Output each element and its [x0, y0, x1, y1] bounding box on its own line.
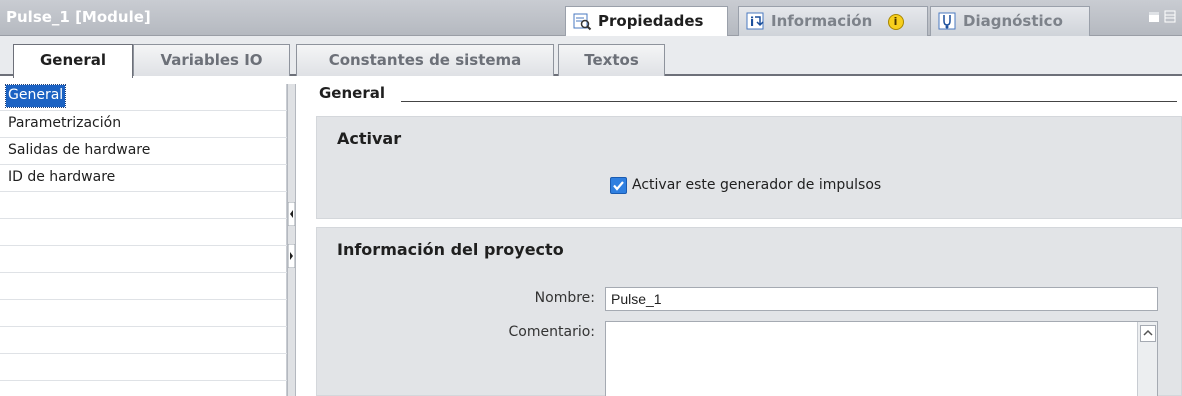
float-window-icon[interactable]: [1148, 10, 1160, 23]
nombre-input[interactable]: [605, 287, 1158, 311]
section-heading: General: [319, 84, 385, 102]
nav-item-general[interactable]: General: [4, 84, 67, 108]
properties-icon: [573, 13, 592, 31]
enable-generator-label[interactable]: Activar este generador de impulsos: [632, 177, 881, 193]
group-informacion-proyecto: Información del proyecto Nombre: Comenta…: [316, 227, 1182, 396]
window-title: Pulse_1 [Module]: [6, 8, 151, 26]
scroll-up-button[interactable]: [1140, 325, 1156, 342]
tab-propiedades[interactable]: Propiedades: [565, 6, 728, 36]
tab-propiedades-label: Propiedades: [598, 12, 704, 30]
main-tab-bar: General Variables IO Constantes de siste…: [0, 36, 1182, 78]
tab-general[interactable]: General: [13, 44, 133, 78]
layout-icon[interactable]: [1164, 10, 1176, 23]
nav-item-parametrizacion[interactable]: Parametrización: [6, 113, 123, 135]
heading-divider: [401, 101, 1177, 102]
comentario-label: Comentario:: [508, 324, 595, 340]
check-icon: [613, 181, 624, 191]
group-activar-title: Activar: [337, 129, 402, 148]
panel-splitter[interactable]: [287, 84, 296, 396]
nav-item-salidas-hardware[interactable]: Salidas de hardware: [6, 140, 152, 162]
tab-diagnostico[interactable]: Diagnóstico: [930, 6, 1090, 36]
tab-textos[interactable]: Textos: [558, 44, 665, 76]
tab-variables-io[interactable]: Variables IO: [133, 44, 290, 76]
group-informacion-title: Información del proyecto: [337, 240, 564, 259]
tab-informacion-label: Información: [771, 12, 873, 30]
info-badge-icon: i: [887, 14, 904, 30]
nav-item-id-hardware[interactable]: ID de hardware: [6, 167, 117, 189]
tab-constantes-sistema[interactable]: Constantes de sistema: [296, 44, 554, 76]
left-nav: General Parametrización Salidas de hardw…: [0, 84, 287, 396]
nombre-label: Nombre:: [534, 290, 595, 306]
group-activar: Activar Activar este generador de impuls…: [316, 116, 1182, 219]
title-bar: Pulse_1 [Module] Propiedades i Informaci…: [0, 0, 1182, 36]
properties-content: General Activar Activar este generador d…: [297, 76, 1182, 396]
chevron-up-icon: [1143, 329, 1153, 336]
expand-right-icon[interactable]: [288, 244, 295, 268]
enable-generator-checkbox[interactable]: [610, 177, 627, 194]
tab-informacion[interactable]: i Información i: [738, 6, 928, 36]
svg-text:i: i: [750, 15, 754, 29]
diagnostics-icon: [938, 12, 956, 30]
comentario-textarea[interactable]: [605, 321, 1158, 396]
comment-scrollbar[interactable]: [1137, 322, 1157, 396]
tab-diagnostico-label: Diagnóstico: [963, 12, 1063, 30]
window-controls: [1148, 10, 1176, 23]
collapse-left-icon[interactable]: [288, 202, 295, 226]
info-tab-icon: i: [746, 12, 764, 30]
